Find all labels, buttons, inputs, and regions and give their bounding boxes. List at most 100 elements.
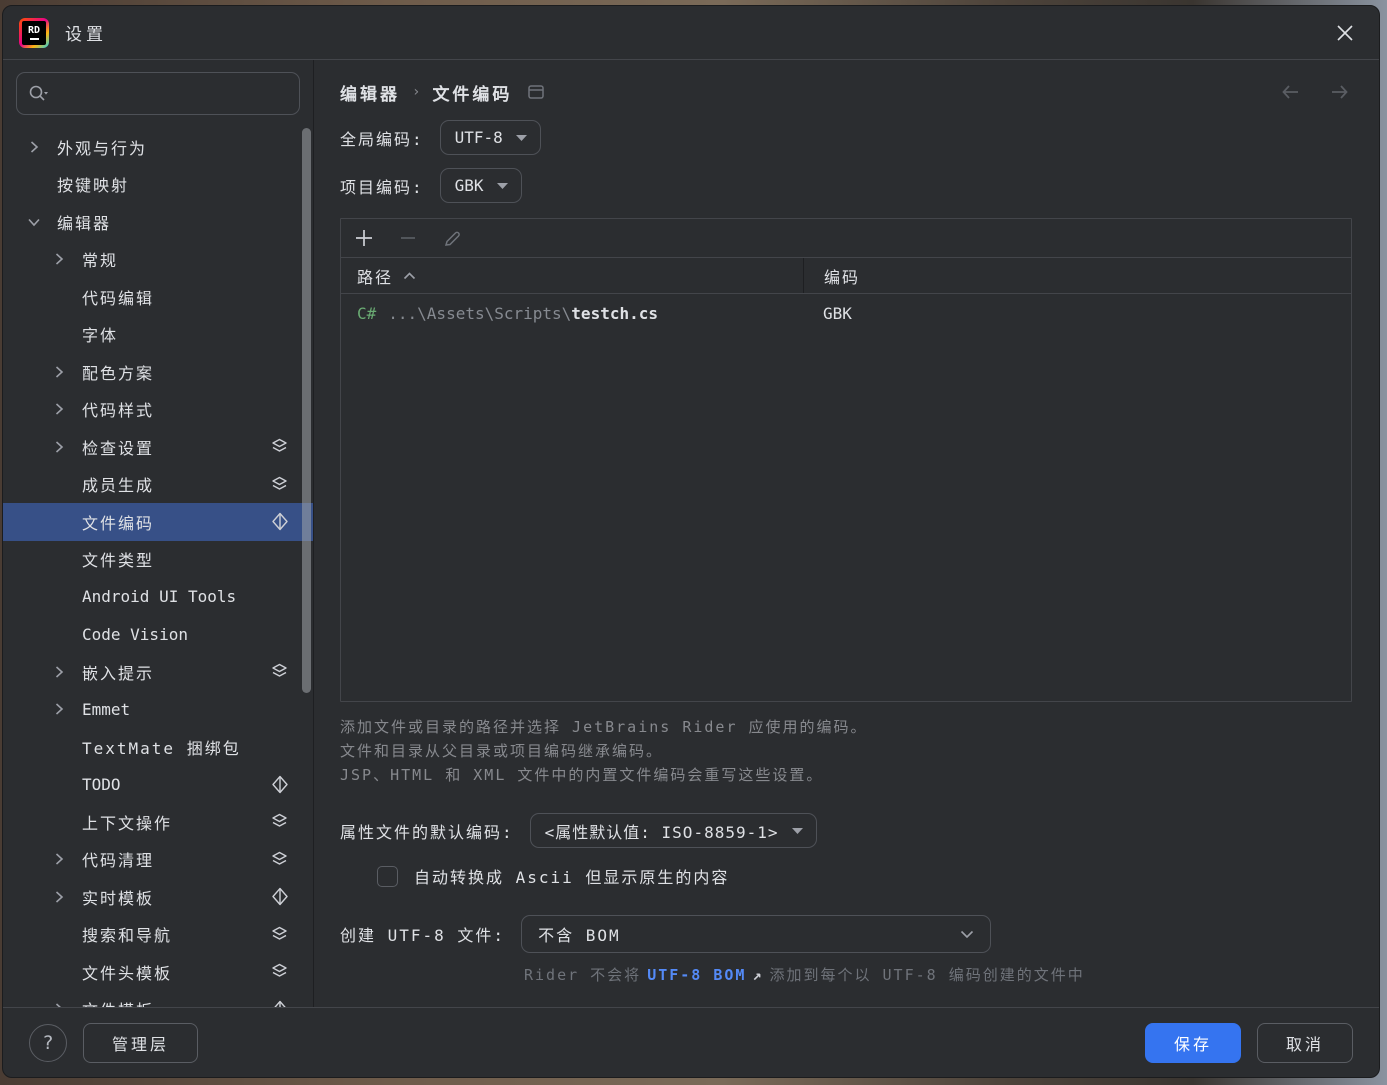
sidebar-item[interactable]: 代码编辑 — [3, 278, 313, 316]
chevron-right-icon[interactable] — [52, 852, 82, 866]
properties-default-encoding-label: 属性文件的默认编码: — [340, 819, 514, 843]
admin-layer-button[interactable]: 管理层 — [83, 1023, 198, 1063]
sidebar-item[interactable]: 实时模板 — [3, 878, 313, 916]
sidebar-item[interactable]: 编辑器 — [3, 203, 313, 241]
utf8-bom-link[interactable]: UTF-8 BOM — [647, 966, 746, 984]
sidebar-item[interactable]: 上下文操作 — [3, 803, 313, 841]
sidebar-item[interactable]: 代码样式 — [3, 391, 313, 429]
chevron-down-icon — [791, 827, 804, 835]
edit-pencil-button[interactable] — [442, 228, 463, 249]
chevron-down-icon — [515, 134, 528, 142]
chevron-right-icon[interactable] — [52, 890, 82, 904]
sidebar-item[interactable]: 文件编码 — [3, 503, 313, 541]
modified-diamond-icon — [271, 775, 289, 794]
project-encoding-label: 项目编码: — [340, 174, 424, 198]
sidebar-item-label: 文件头模板 — [82, 960, 172, 984]
chevron-down-icon[interactable] — [27, 215, 57, 229]
chevron-right-icon[interactable] — [52, 665, 82, 679]
sidebar-item[interactable]: Code Vision — [3, 616, 313, 654]
back-arrow-icon[interactable] — [1278, 81, 1304, 103]
cancel-button[interactable]: 取消 — [1257, 1023, 1353, 1063]
sidebar-item[interactable]: 外观与行为 — [3, 128, 313, 166]
sidebar-item-label: 编辑器 — [57, 210, 111, 234]
column-encoding[interactable]: 编码 — [824, 264, 860, 288]
sidebar-item[interactable]: TextMate 捆绑包 — [3, 728, 313, 766]
table-row[interactable]: C#...\Assets\Scripts\testch.cs GBK — [341, 294, 1351, 332]
modified-diamond-icon — [271, 1000, 289, 1007]
remove-button[interactable] — [398, 228, 418, 248]
chevron-right-icon[interactable] — [52, 1002, 82, 1007]
sidebar-item[interactable]: 嵌入提示 — [3, 653, 313, 691]
properties-default-encoding-select[interactable]: <属性默认值: ISO-8859-1> — [530, 813, 817, 848]
global-encoding-select[interactable]: UTF-8 — [440, 120, 541, 155]
sidebar-item-label: 实时模板 — [82, 885, 154, 909]
external-link-icon: ↗ — [752, 966, 763, 984]
layers-icon — [270, 963, 289, 980]
chevron-right-icon[interactable] — [52, 440, 82, 454]
layers-icon — [270, 476, 289, 493]
create-utf8-select[interactable]: 不含 BOM — [521, 915, 991, 953]
table-toolbar — [341, 219, 1351, 258]
sidebar-item[interactable]: 成员生成 — [3, 466, 313, 504]
transparent-ascii-checkbox[interactable] — [377, 866, 398, 887]
sidebar-item-label: 代码样式 — [82, 397, 154, 421]
close-icon[interactable] — [1331, 19, 1359, 47]
save-button[interactable]: 保存 — [1145, 1023, 1241, 1063]
encoding-table: 路径 编码 C#...\Assets\Scripts\testch.cs GBK — [340, 218, 1352, 702]
chevron-right-icon[interactable] — [52, 365, 82, 379]
sidebar-item-label: 字体 — [82, 322, 118, 346]
path-prefix: ...\Assets\Scripts\ — [388, 304, 571, 323]
sort-asc-icon — [403, 272, 416, 280]
sidebar-item[interactable]: 按键映射 — [3, 166, 313, 204]
sidebar-item-label: 嵌入提示 — [82, 660, 154, 684]
sidebar-item[interactable]: TODO — [3, 766, 313, 804]
file-encodings-page: 编辑器 › 文件编码 — [314, 60, 1379, 1007]
sidebar-item[interactable]: 搜索和导航 — [3, 916, 313, 954]
chevron-right-icon[interactable] — [27, 140, 57, 154]
search-input[interactable] — [53, 84, 289, 103]
column-path[interactable]: 路径 — [357, 264, 393, 288]
sidebar-item-label: 代码清理 — [82, 847, 154, 871]
sidebar-item[interactable]: 常规 — [3, 241, 313, 279]
project-encoding-select[interactable]: GBK — [440, 168, 522, 203]
chevron-down-icon — [960, 930, 974, 939]
sidebar-item-label: 文件类型 — [82, 547, 154, 571]
sidebar-item-label: 搜索和导航 — [82, 922, 172, 946]
sidebar-item-label: 代码编辑 — [82, 285, 154, 309]
layers-icon — [270, 663, 289, 680]
transparent-ascii-label: 自动转换成 Ascii 但显示原生的内容 — [414, 864, 729, 888]
sidebar-item[interactable]: 配色方案 — [3, 353, 313, 391]
sidebar-item[interactable]: 文件头模板 — [3, 953, 313, 991]
sidebar-scrollbar[interactable] — [302, 128, 311, 693]
settings-sidebar: 外观与行为按键映射 编辑器 常规代码编辑字体 配色方案 代码样式 检查设置 成员… — [3, 60, 314, 1007]
sidebar-item[interactable]: 文件类型 — [3, 541, 313, 579]
chevron-right-icon[interactable] — [52, 252, 82, 266]
sidebar-item-label: 文件编码 — [82, 510, 154, 534]
breadcrumb: 编辑器 › 文件编码 — [340, 77, 1352, 107]
chevron-right-icon[interactable] — [52, 402, 82, 416]
sidebar-item[interactable]: 检查设置 — [3, 428, 313, 466]
breadcrumb-parent[interactable]: 编辑器 — [340, 80, 400, 105]
file-name: testch.cs — [571, 304, 658, 323]
window-panel-icon[interactable] — [528, 85, 544, 99]
sidebar-item-label: 配色方案 — [82, 360, 154, 384]
search-box[interactable] — [16, 72, 300, 115]
rider-logo-icon: RD — [19, 18, 49, 48]
sidebar-item-label: 常规 — [82, 247, 118, 271]
help-button[interactable]: ? — [29, 1024, 67, 1062]
bom-hint: Rider 不会将 UTF-8 BOM ↗ 添加到每个以 UTF-8 编码创建的… — [340, 964, 1352, 985]
add-button[interactable] — [354, 228, 374, 248]
sidebar-item[interactable]: 字体 — [3, 316, 313, 354]
sidebar-item-label: 上下文操作 — [82, 810, 172, 834]
settings-tree: 外观与行为按键映射 编辑器 常规代码编辑字体 配色方案 代码样式 检查设置 成员… — [3, 128, 313, 1007]
chevron-right-icon[interactable] — [52, 702, 82, 716]
breadcrumb-current: 文件编码 — [432, 80, 512, 105]
sidebar-item[interactable]: Emmet — [3, 691, 313, 729]
sidebar-item[interactable]: Android UI Tools — [3, 578, 313, 616]
modified-diamond-icon — [271, 512, 289, 531]
modified-diamond-icon — [271, 887, 289, 906]
chevron-down-icon — [496, 182, 509, 190]
sidebar-item[interactable]: 代码清理 — [3, 841, 313, 879]
forward-arrow-icon[interactable] — [1326, 81, 1352, 103]
sidebar-item[interactable]: 文件模板 — [3, 991, 313, 1008]
